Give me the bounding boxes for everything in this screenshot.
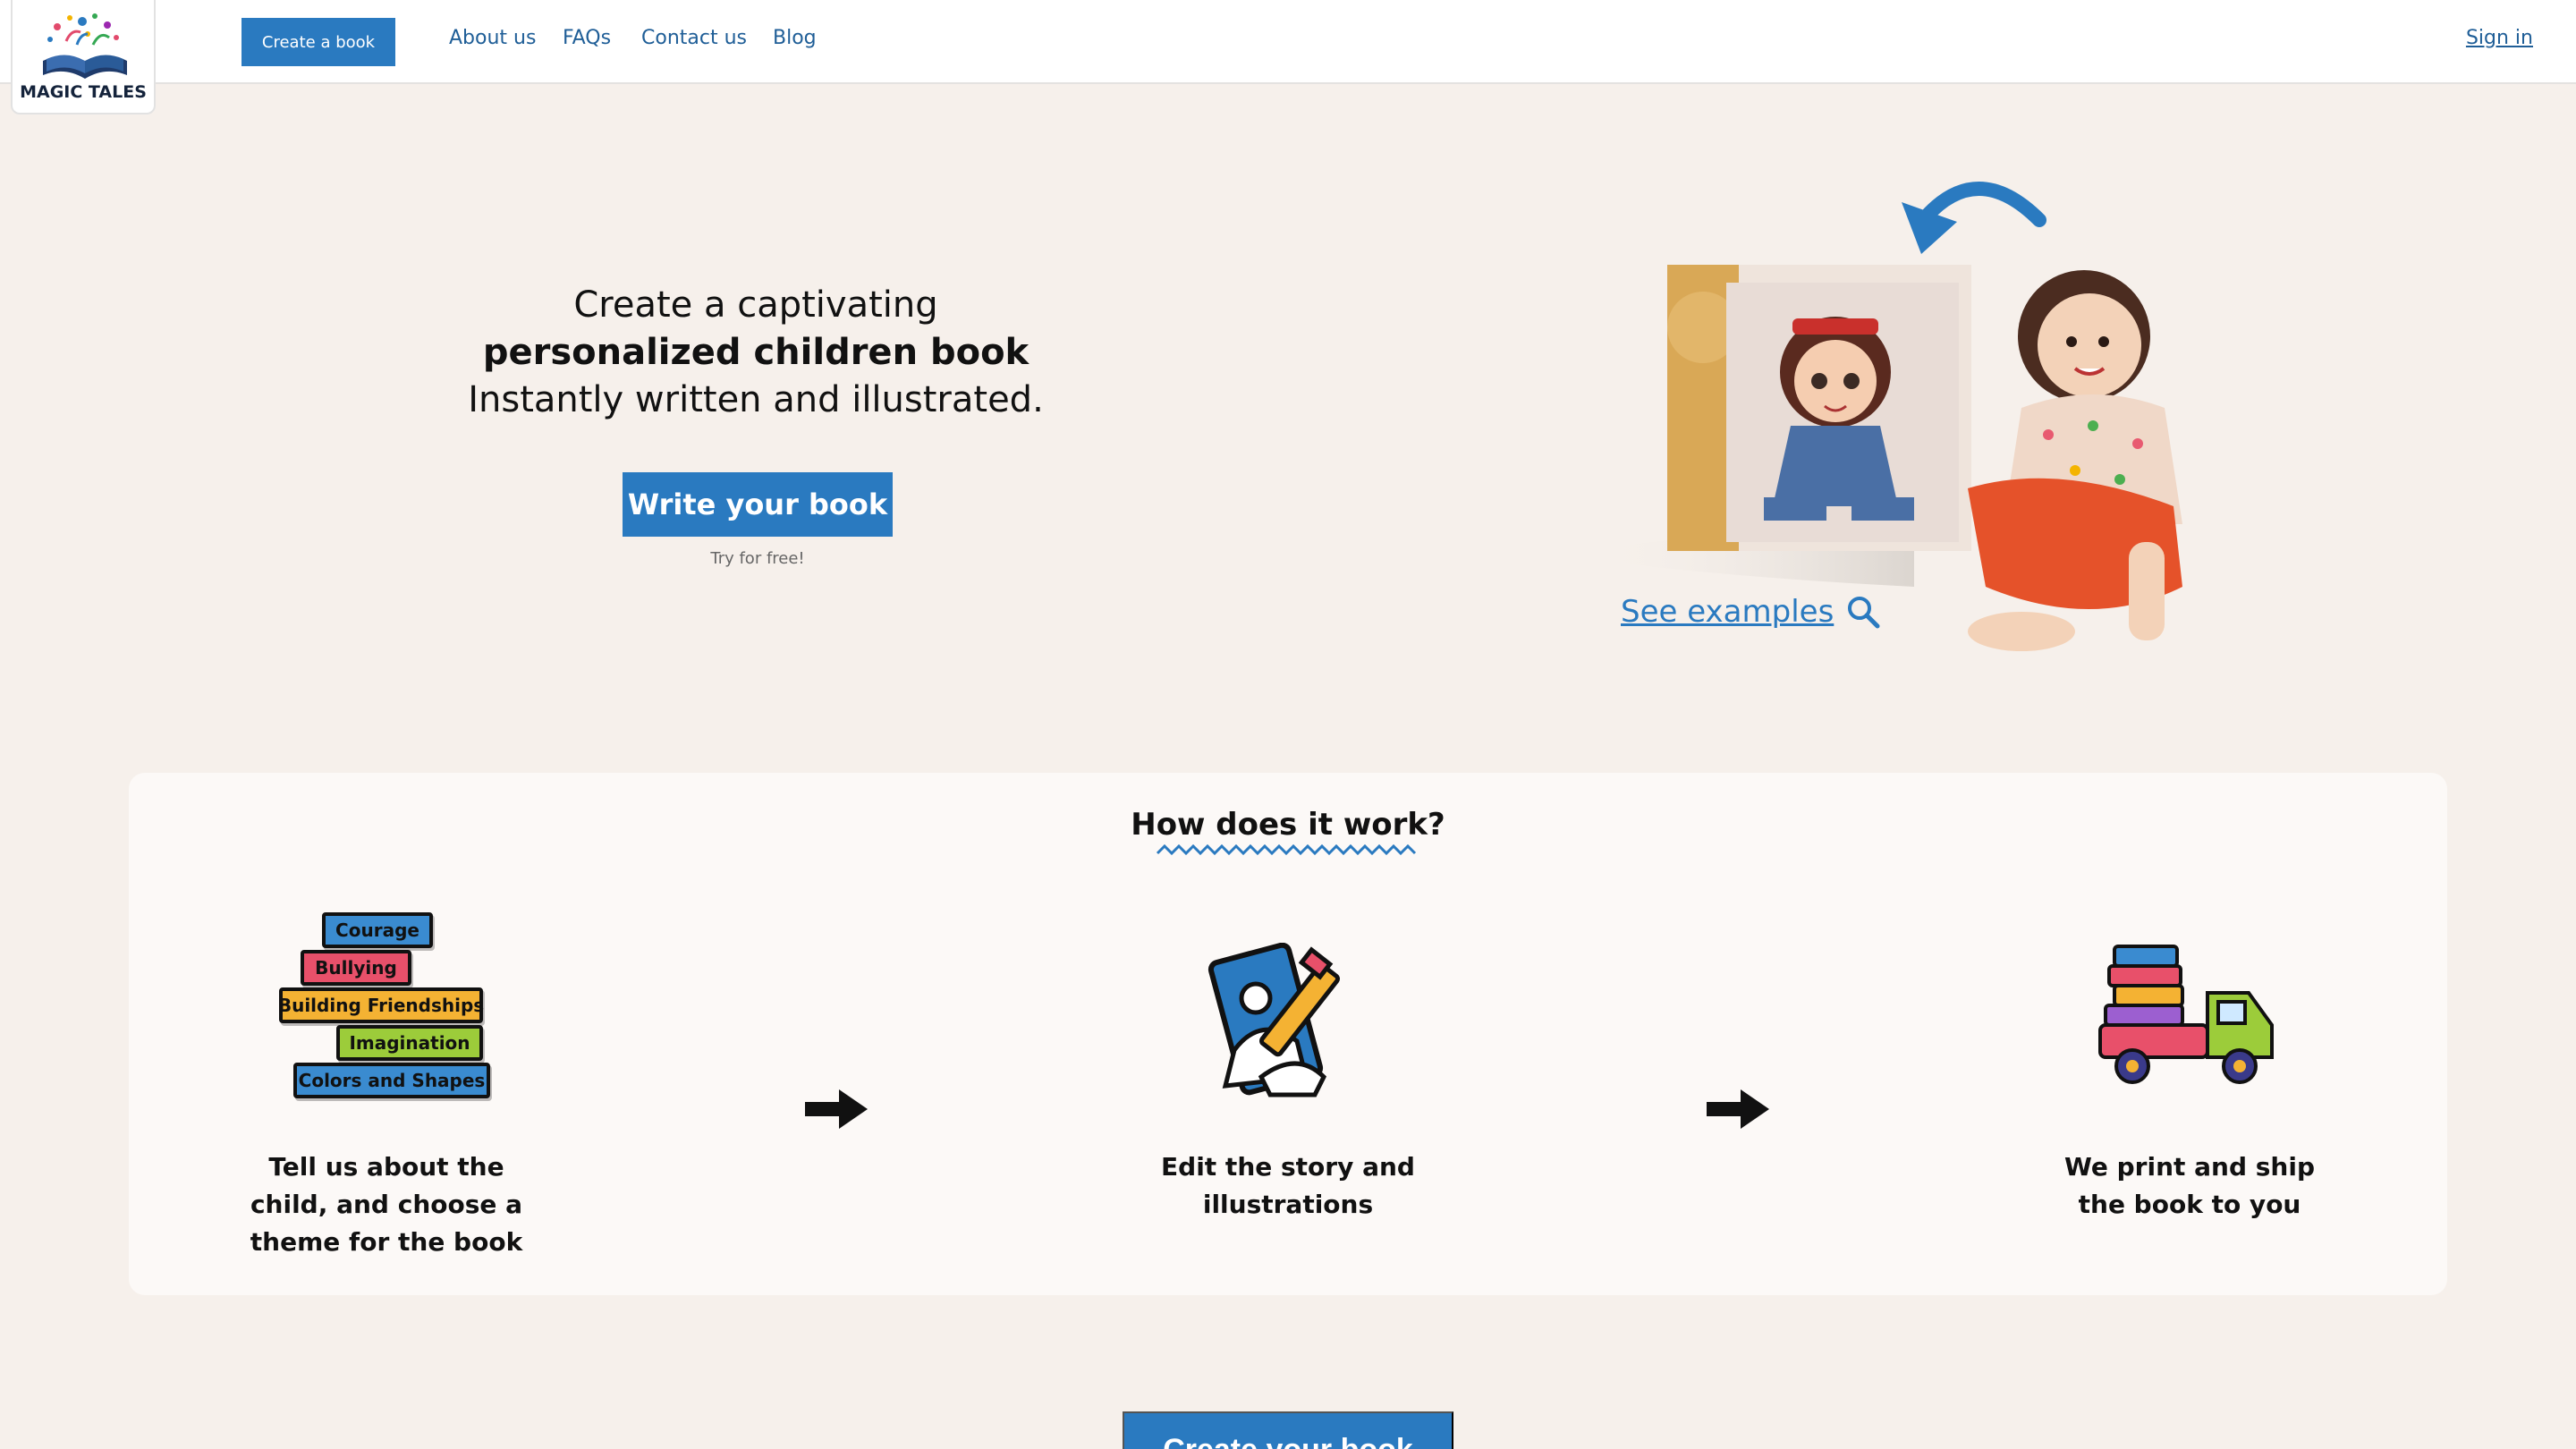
hero-headline-line1: Create a captivating: [573, 284, 938, 326]
logo-text: MAGIC TALES: [20, 82, 147, 102]
see-examples-label: See examples: [1621, 594, 1835, 630]
logo[interactable]: MAGIC TALES: [11, 0, 156, 114]
try-for-free-text: Try for free!: [710, 549, 805, 568]
site-header: MAGIC TALES Create a book About us FAQs …: [0, 0, 2576, 114]
theme-tags-illustration: Courage Bullying Building Friendships Im…: [275, 909, 499, 1109]
delivery-truck-icon: [2098, 945, 2274, 1084]
theme-tag-courage: Courage: [322, 912, 433, 948]
step-2-text: Edit the story and illustrations: [1161, 1152, 1415, 1219]
nav-about-us[interactable]: About us: [449, 27, 536, 49]
sign-in-link[interactable]: Sign in: [2466, 27, 2533, 49]
create-book-button[interactable]: Create a book: [242, 18, 395, 66]
arrow-right-icon: [1707, 1089, 1769, 1129]
nav-blog[interactable]: Blog: [773, 27, 817, 49]
nav-faqs[interactable]: FAQs: [563, 27, 611, 49]
edit-story-pencil-icon: [1208, 943, 1340, 1097]
arrow-right-icon: [805, 1089, 868, 1129]
theme-tag-colors-and-shapes: Colors and Shapes: [293, 1063, 490, 1098]
write-your-book-button[interactable]: Write your book: [623, 472, 893, 537]
theme-tag-bullying: Bullying: [301, 950, 411, 986]
open-book-logo-icon: [43, 13, 127, 79]
theme-tag-imagination: Imagination: [336, 1025, 483, 1061]
step-3-text: We print and ship the book to you: [2064, 1152, 2315, 1219]
search-icon: [1848, 597, 1880, 629]
squiggle-underline-icon: [1156, 843, 1417, 856]
how-it-works-title: How does it work?: [1131, 807, 1445, 843]
create-your-book-button[interactable]: Create your book: [1123, 1411, 1453, 1449]
hero-headline-line2: personalized children book: [482, 332, 1030, 373]
theme-tag-building-friendships: Building Friendships: [278, 987, 484, 1023]
see-examples-link[interactable]: See examples: [1621, 594, 1880, 630]
hero-headline-line3: Instantly written and illustrated.: [468, 379, 1044, 420]
step-1-text: Tell us about the child, and choose a th…: [250, 1152, 523, 1257]
nav-contact-us[interactable]: Contact us: [641, 27, 747, 49]
